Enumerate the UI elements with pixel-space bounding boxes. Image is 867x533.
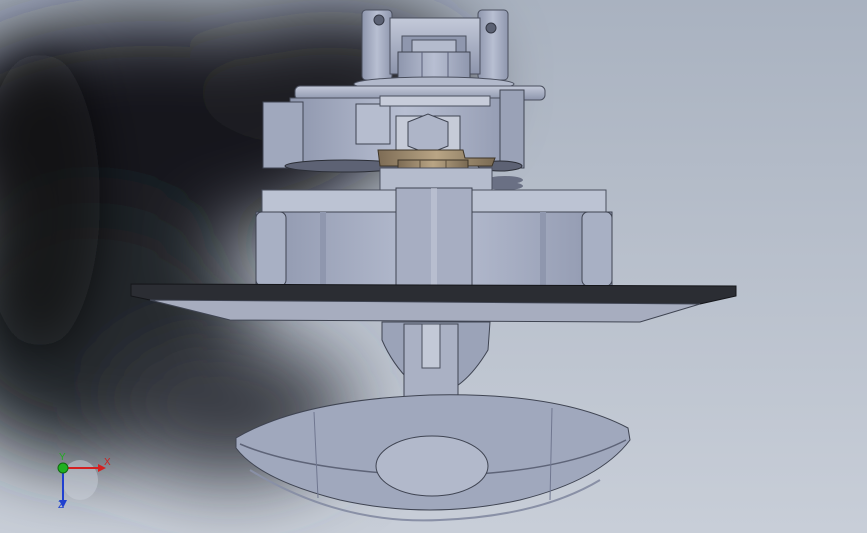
base-ring[interactable] [130,283,737,323]
z-axis-label: Z [58,500,65,511]
y-axis-label: Y [59,452,66,463]
cad-viewport[interactable]: X Y Z [0,0,867,533]
cad-model-assembly[interactable] [0,0,867,533]
axis-triad: X Y Z [40,448,120,518]
bottom-foot[interactable] [235,394,631,522]
x-axis-label: X [104,457,111,468]
main-housing[interactable] [255,187,613,287]
